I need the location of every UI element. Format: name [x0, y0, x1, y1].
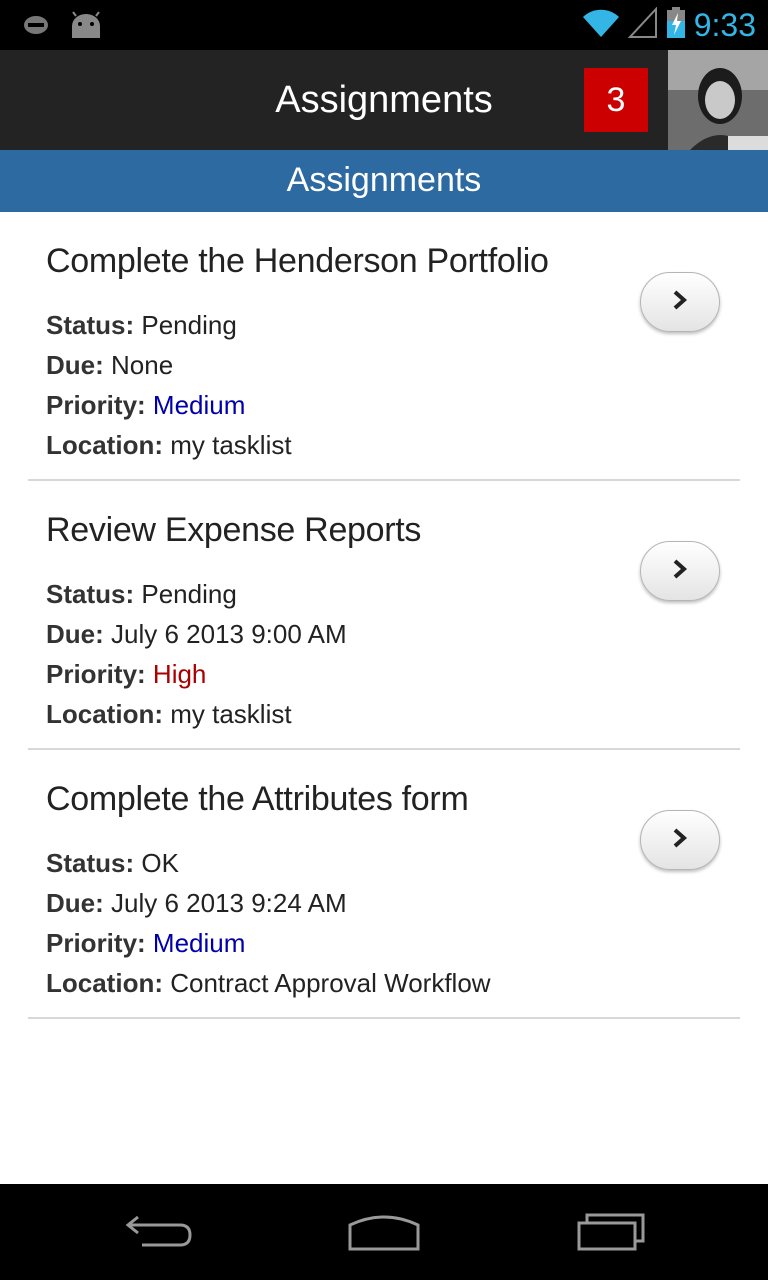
signal-icon — [627, 5, 658, 44]
task-location: Location: my tasklist — [46, 430, 292, 461]
task-location: Location: my tasklist — [46, 699, 292, 730]
notification-icon — [22, 13, 50, 42]
list-item[interactable]: Complete the Attributes form Status: OK … — [28, 750, 740, 1019]
location-label: Location: — [46, 699, 163, 729]
priority-value: High — [152, 659, 207, 689]
task-priority: Priority: Medium — [46, 390, 245, 421]
status-value: Pending — [141, 579, 237, 609]
chevron-right-icon — [670, 827, 690, 854]
notification-count-badge[interactable]: 3 — [584, 68, 648, 132]
task-title: Review Expense Reports — [46, 511, 422, 549]
task-title: Complete the Attributes form — [46, 780, 469, 818]
priority-label: Priority: — [46, 390, 146, 420]
location-value: my tasklist — [170, 699, 292, 729]
clock: 9:33 — [693, 7, 756, 43]
due-value: None — [111, 350, 174, 380]
task-priority: Priority: High — [46, 659, 206, 690]
action-bar: Assignments 3 — [0, 50, 768, 150]
task-status: Status: Pending — [46, 579, 237, 610]
location-value: my tasklist — [170, 430, 292, 460]
recent-apps-icon — [575, 1211, 647, 1256]
task-priority: Priority: Medium — [46, 928, 245, 959]
due-label: Due: — [46, 350, 104, 380]
open-task-button[interactable] — [640, 541, 720, 601]
task-location: Location: Contract Approval Workflow — [46, 968, 491, 999]
open-task-button[interactable] — [640, 810, 720, 870]
priority-label: Priority: — [46, 659, 146, 689]
list-item[interactable]: Complete the Henderson Portfolio Status:… — [28, 212, 740, 481]
back-button[interactable] — [114, 1208, 204, 1258]
task-due: Due: July 6 2013 9:24 AM — [46, 888, 347, 919]
task-title: Complete the Henderson Portfolio — [46, 242, 549, 280]
task-list: Complete the Henderson Portfolio Status:… — [28, 212, 740, 1019]
battery-charging-icon — [666, 6, 686, 44]
list-item[interactable]: Review Expense Reports Status: Pending D… — [28, 481, 740, 750]
location-label: Location: — [46, 430, 163, 460]
home-icon — [346, 1211, 422, 1256]
status-label: Status: — [46, 848, 135, 878]
status-bar: 9:33 — [0, 0, 768, 50]
status-label: Status: — [46, 310, 135, 340]
avatar[interactable] — [668, 50, 768, 150]
status-value: OK — [141, 848, 179, 878]
open-task-button[interactable] — [640, 272, 720, 332]
priority-value: Medium — [152, 928, 246, 958]
due-value: July 6 2013 9:24 AM — [111, 888, 347, 918]
location-value: Contract Approval Workflow — [170, 968, 491, 998]
location-label: Location: — [46, 968, 163, 998]
status-value: Pending — [141, 310, 237, 340]
recent-apps-button[interactable] — [566, 1208, 656, 1258]
app-title: Assignments — [275, 79, 493, 121]
task-due: Due: None — [46, 350, 173, 381]
task-status: Status: OK — [46, 848, 179, 879]
priority-value: Medium — [152, 390, 246, 420]
status-label: Status: — [46, 579, 135, 609]
task-status: Status: Pending — [46, 310, 237, 341]
due-label: Due: — [46, 888, 104, 918]
chevron-right-icon — [670, 289, 690, 316]
due-label: Due: — [46, 619, 104, 649]
priority-label: Priority: — [46, 928, 146, 958]
navigation-bar — [0, 1184, 768, 1280]
wifi-icon — [582, 7, 620, 44]
list-header: Assignments — [0, 150, 768, 212]
chevron-right-icon — [670, 558, 690, 585]
home-button[interactable] — [339, 1208, 429, 1258]
android-icon — [68, 10, 104, 45]
due-value: July 6 2013 9:00 AM — [111, 619, 347, 649]
task-due: Due: July 6 2013 9:00 AM — [46, 619, 347, 650]
back-icon — [124, 1211, 194, 1256]
